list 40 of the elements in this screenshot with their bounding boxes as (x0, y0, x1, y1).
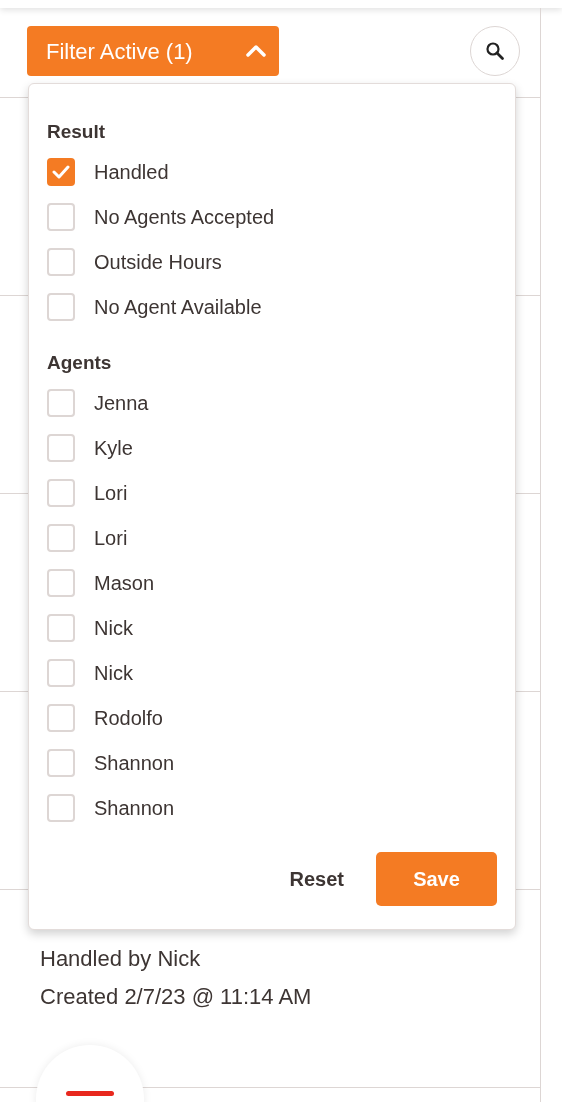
option-label: Kyle (94, 435, 133, 461)
checkbox[interactable] (47, 703, 75, 732)
handled-by-text: Handled by Nick (40, 946, 202, 972)
option-label: Mason (94, 570, 155, 596)
minus-icon (66, 1091, 114, 1096)
checkbox[interactable] (47, 658, 75, 687)
checkbox[interactable] (47, 613, 75, 642)
checkbox[interactable] (47, 793, 75, 822)
checkbox[interactable] (47, 157, 75, 186)
option-label: No Agents Accepted (94, 204, 275, 230)
section-heading: Result (47, 120, 107, 144)
checkbox[interactable] (47, 478, 75, 507)
checkbox[interactable] (47, 523, 75, 552)
option-label: No Agent Available (94, 294, 262, 320)
filter-button[interactable]: Filter Active (1) (27, 26, 279, 76)
search-icon (485, 41, 505, 61)
option-label: Rodolfo (94, 705, 163, 731)
checkbox[interactable] (47, 568, 75, 597)
section-heading: Agents (47, 351, 113, 375)
option-label: Handled (94, 159, 169, 185)
created-date-text: Created 2/7/23 @ 11:14 AM (40, 984, 313, 1010)
checkmark-icon (52, 164, 70, 179)
option-label: Nick (94, 660, 133, 686)
checkbox[interactable] (47, 247, 75, 276)
option-label: Nick (94, 615, 133, 641)
checkbox[interactable] (47, 292, 75, 321)
checkbox[interactable] (47, 748, 75, 777)
option-label: Shannon (94, 795, 175, 821)
reset-button[interactable]: Reset (287, 852, 346, 906)
checkbox[interactable] (47, 433, 75, 462)
save-button[interactable]: Save (376, 852, 497, 906)
option-label: Lori (94, 480, 128, 506)
chevron-up-icon (245, 44, 267, 58)
option-label: Jenna (94, 390, 149, 416)
option-label: Shannon (94, 750, 175, 776)
search-button[interactable] (470, 26, 520, 76)
option-label: Lori (94, 525, 128, 551)
checkbox[interactable] (47, 202, 75, 231)
option-label: Outside Hours (94, 249, 222, 275)
checkbox[interactable] (47, 388, 75, 417)
